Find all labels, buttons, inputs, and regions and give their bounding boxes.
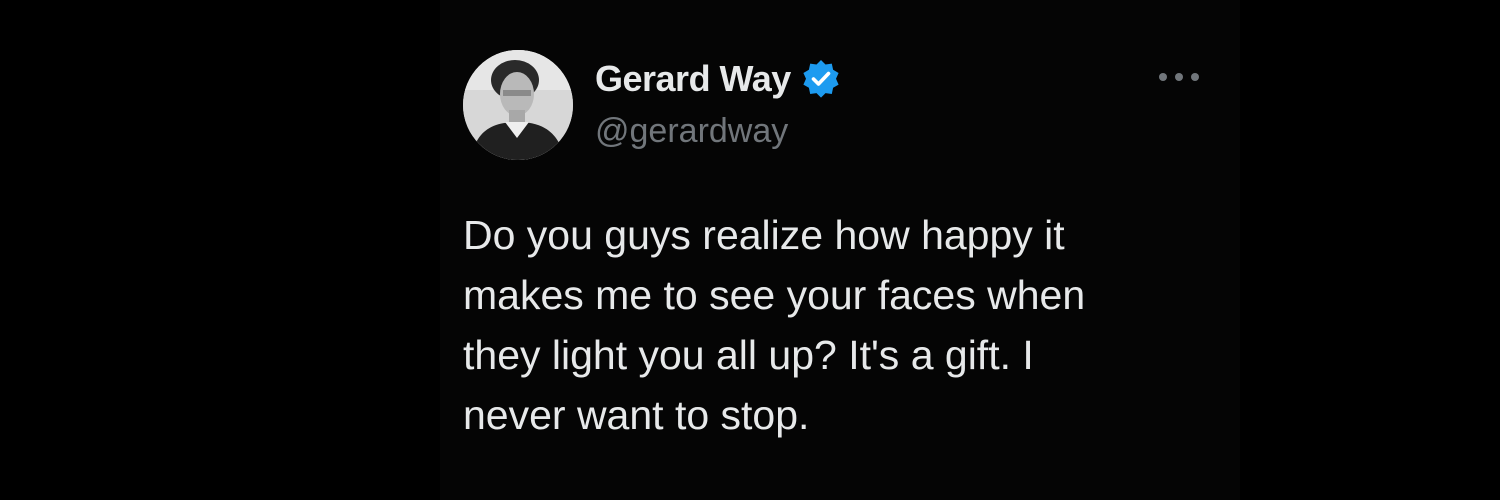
- avatar[interactable]: [463, 50, 573, 160]
- author-display-name[interactable]: Gerard Way: [595, 58, 791, 100]
- ellipsis-icon: [1159, 73, 1199, 81]
- page: Gerard Way @gerardway Do you guys realiz…: [0, 0, 1500, 500]
- tweet-text-line: Do you guys realize how happy it: [463, 212, 1065, 258]
- author-name-row: Gerard Way: [595, 57, 843, 101]
- avatar-photo: [463, 50, 573, 160]
- more-options-button[interactable]: [1152, 62, 1206, 92]
- verified-badge-icon[interactable]: [799, 57, 843, 101]
- tweet-text-line: makes me to see your faces when: [463, 272, 1086, 318]
- tweet-text-line: never want to stop.: [463, 392, 810, 438]
- tweet-text: Do you guys realize how happy it makes m…: [463, 205, 1203, 445]
- tweet-text-line: they light you all up? It's a gift. I: [463, 332, 1034, 378]
- author-handle[interactable]: @gerardway: [595, 112, 788, 151]
